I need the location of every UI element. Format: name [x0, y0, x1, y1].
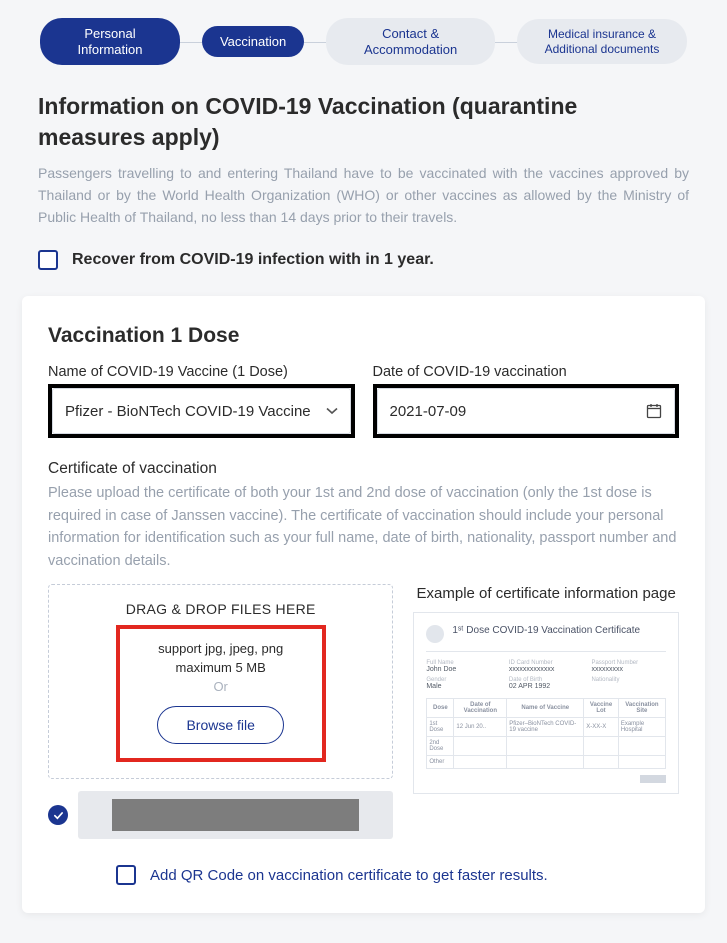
qr-label: Add QR Code on vaccination certificate t… — [150, 867, 548, 884]
certificate-example-image: 1ˢᵗ Dose COVID-19 Vaccination Certificat… — [413, 612, 679, 794]
qr-checkbox[interactable] — [116, 865, 136, 885]
certificate-example-heading: 1ˢᵗ Dose COVID-19 Vaccination Certificat… — [452, 625, 640, 637]
step-vaccination[interactable]: Vaccination — [202, 26, 304, 58]
upload-success-icon — [48, 805, 68, 825]
recovery-label: Recover from COVID-19 infection with in … — [72, 251, 434, 269]
certificate-label: Certificate of vaccination — [48, 460, 679, 478]
vaccine-name-value: Pfizer - BioNTech COVID-19 Vaccine — [65, 403, 318, 420]
dropzone-support-text: support jpg, jpeg, png — [130, 641, 312, 656]
intro-block: Information on COVID-19 Vaccination (qua… — [0, 91, 727, 228]
page-title: Information on COVID-19 Vaccination (qua… — [38, 91, 689, 153]
vaccine-date-value: 2021-07-09 — [390, 403, 639, 420]
vaccine-name-label: Name of COVID-19 Vaccine (1 Dose) — [48, 364, 355, 380]
dose-card: Vaccination 1 Dose Name of COVID-19 Vacc… — [22, 296, 705, 913]
vaccine-date-label: Date of COVID-19 vaccination — [373, 364, 680, 380]
upload-dropzone[interactable]: DRAG & DROP FILES HERE support jpg, jpeg… — [48, 584, 393, 779]
step-medical-insurance[interactable]: Medical insurance & Additional documents — [517, 19, 687, 64]
vaccine-date-highlight: 2021-07-09 — [373, 384, 680, 438]
certificate-example-title: Example of certificate information page — [413, 584, 679, 604]
vaccine-date-input[interactable]: 2021-07-09 — [377, 388, 676, 434]
uploaded-file-name-redacted — [112, 799, 359, 831]
dose-heading: Vaccination 1 Dose — [48, 324, 679, 348]
calendar-icon — [646, 403, 662, 419]
chevron-down-icon — [326, 405, 338, 417]
uploaded-file-row — [48, 791, 393, 839]
uploaded-file-chip[interactable] — [78, 791, 393, 839]
step-contact-accommodation[interactable]: Contact & Accommodation — [326, 18, 495, 65]
vaccine-name-highlight: Pfizer - BioNTech COVID-19 Vaccine — [48, 384, 355, 438]
intro-text: Passengers travelling to and entering Th… — [38, 163, 689, 228]
dropzone-or-text: Or — [130, 679, 312, 694]
dropzone-maxsize-text: maximum 5 MB — [130, 660, 312, 675]
dropzone-title: DRAG & DROP FILES HERE — [63, 601, 378, 617]
step-personal-information[interactable]: Personal Information — [40, 18, 180, 65]
browse-file-button[interactable]: Browse file — [157, 706, 283, 744]
vaccine-name-select[interactable]: Pfizer - BioNTech COVID-19 Vaccine — [52, 388, 351, 434]
certificate-desc: Please upload the certificate of both yo… — [48, 482, 679, 572]
dropzone-highlight: support jpg, jpeg, png maximum 5 MB Or B… — [116, 625, 326, 762]
stepper: Personal Information Vaccination Contact… — [0, 18, 727, 65]
recovery-checkbox[interactable] — [38, 250, 58, 270]
